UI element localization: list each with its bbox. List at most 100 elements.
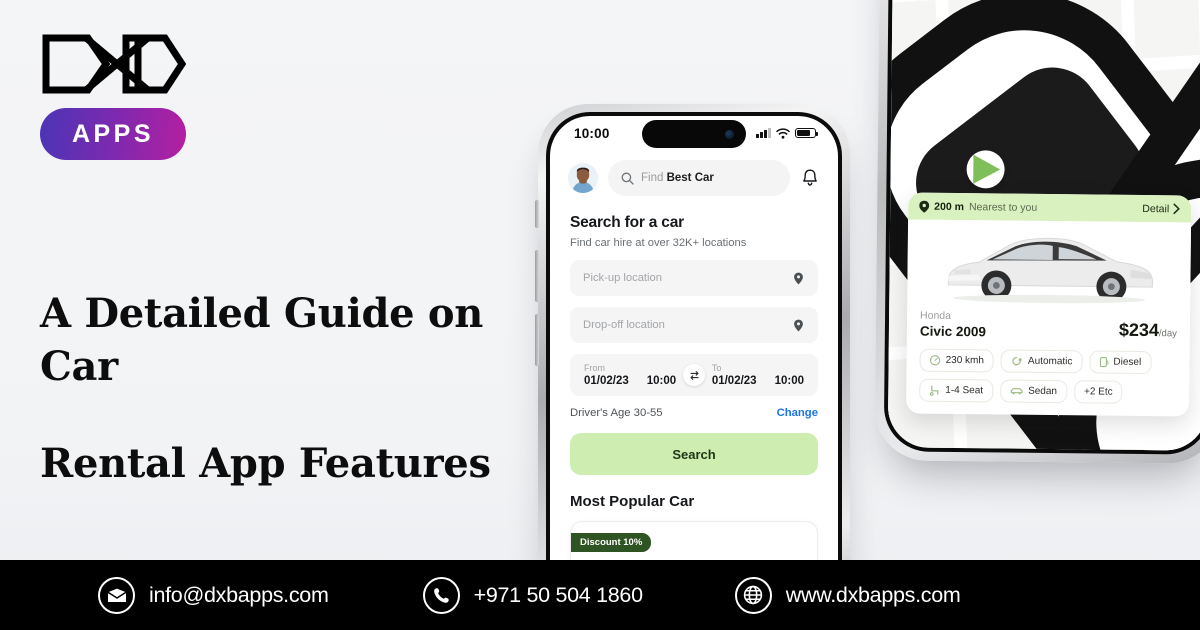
chip-bodytype[interactable]: Sedan [999,379,1068,404]
battery-icon [795,127,818,139]
chip-more[interactable]: +2 Etc [1073,380,1123,404]
seat-icon [929,385,939,396]
contact-footer: info@dxbapps.com +971 50 504 1860 www.dx… [0,560,1200,630]
driver-age-row: Driver's Age 30-55 Change [570,407,818,419]
white-car-illustration [947,237,1153,304]
section-heading: Search for a car [570,214,684,231]
avatar-image [568,163,598,193]
discount-badge: Discount 10% [571,533,652,552]
banner-canvas: APPS A Detailed Guide on Car Rental App … [0,0,1200,630]
title-line-2: Rental App Features [40,439,491,487]
search-text: Find Best Car [641,172,714,184]
to-time: 10:00 [774,375,804,387]
title-line-1: A Detailed Guide on Car [40,290,484,390]
driver-age-label: Driver's Age 30-55 [570,407,663,419]
nearest-car-card[interactable]: 200 m Nearest to you Detail Honda Civic … [906,192,1192,417]
envelope-icon [98,576,135,614]
car-feature-chips: 230 kmh Automatic Diesel 1-4 Seat Sedan … [919,348,1177,405]
card-title-row: Honda Civic 2009 $234/day [920,310,1177,342]
chip-speed[interactable]: 230 kmh [919,348,995,373]
footer-phone-text: +971 50 504 1860 [473,582,643,607]
to-label: To [711,363,722,373]
search-input[interactable]: Find Best Car [608,160,790,196]
to-group[interactable]: To 01/02/23 10:00 [712,363,804,387]
card-detail-link[interactable]: Detail [1142,202,1180,215]
phone-volume-down-button [535,314,539,366]
avatar[interactable] [568,163,598,193]
to-date: 01/02/23 [711,375,757,387]
location-pin-icon [794,319,803,331]
search-icon [621,172,634,185]
card-header[interactable]: 200 m Nearest to you Detail [908,192,1192,223]
phone-bezel: 10:00 Find Best Car Search for a car Fin… [546,112,842,630]
chip-fuel[interactable]: Diesel [1089,350,1152,375]
date-range-picker[interactable]: From 01/02/23 10:00 To 01/02/23 10:00 [570,354,818,396]
phone-bezel: Ave Leonard St Devoe St Ainslie St Power… [883,0,1200,455]
search-button-label: Search [672,446,716,462]
search-value: Best Car [666,172,714,184]
car-price: $234/day [1119,320,1177,342]
car-brand: Honda [920,309,952,322]
dropoff-location-input[interactable]: Drop-off location [570,307,818,343]
footer-phone[interactable]: +971 50 504 1860 [422,576,643,614]
page-title: A Detailed Guide on Car Rental App Featu… [40,288,570,490]
dynamic-island [642,120,746,148]
from-date: 01/02/23 [584,375,629,387]
location-pin-icon [919,200,930,213]
from-time: 10:00 [646,375,677,387]
swap-dates-button[interactable] [683,364,705,386]
logo-apps-pill: APPS [40,108,186,160]
phone-mute-switch [535,200,539,228]
card-body: Honda Civic 2009 $234/day 230 kmh Automa… [906,308,1190,417]
chip-label: Automatic [1027,355,1073,368]
popular-heading: Most Popular Car [570,493,695,510]
current-position-marker [966,150,1005,189]
dropoff-placeholder: Drop-off location [583,319,665,331]
car-icon [1010,388,1023,395]
from-group[interactable]: From 01/02/23 10:00 [584,363,676,387]
search-prefix: Find [641,172,664,184]
chip-transmission[interactable]: Automatic [1000,349,1083,374]
bell-icon[interactable] [800,168,820,188]
chip-label: Diesel [1113,356,1142,368]
chip-label: 1-4 Seat [945,384,984,397]
gear-shift-icon [1012,356,1023,366]
change-age-link[interactable]: Change [777,407,818,419]
car-price-unit: /day [1158,328,1177,340]
footer-website-text: www.dxbapps.com [785,582,961,607]
from-label: From [584,363,605,373]
footer-email-text: info@dxbapps.com [149,582,329,607]
phone-mockup-app: 10:00 Find Best Car Search for a car Fin… [535,104,850,630]
card-detail-label: Detail [1142,202,1170,215]
navigation-arrow-icon [973,154,1001,184]
car-photo [907,219,1192,311]
chip-label: 230 kmh [945,354,985,367]
car-model: Civic 2009 [919,323,987,340]
car-price-amount: $234 [1118,319,1160,341]
chip-label: +2 Etc [1083,386,1113,398]
location-pin-icon [794,272,803,284]
search-section: Search for a car Find car hire at over 3… [550,202,838,249]
pickup-location-input[interactable]: Pick-up location [570,260,818,296]
swap-icon [689,370,699,380]
app-top-bar: Find Best Car [550,150,838,202]
brand-logo[interactable]: APPS [40,28,230,160]
phone-mockup-map: Ave Leonard St Devoe St Ainslie St Power… [874,0,1200,464]
card-distance: 200 m [934,200,965,213]
front-camera-icon [725,129,734,139]
chip-seats[interactable]: 1-4 Seat [919,378,994,403]
speedometer-icon [929,355,941,366]
dxb-logo-icon [42,34,187,94]
search-button[interactable]: Search [570,433,818,475]
phone-icon [422,576,460,614]
phone-volume-up-button [535,250,539,302]
footer-email[interactable]: info@dxbapps.com [98,576,329,614]
status-bar: 10:00 [550,116,838,150]
cellular-icon [756,128,771,138]
pickup-placeholder: Pick-up location [583,272,662,284]
footer-website[interactable]: www.dxbapps.com [734,576,961,614]
globe-icon [734,576,772,614]
chevron-right-icon [1173,203,1180,215]
logo-apps-text: APPS [71,119,155,148]
phone-screen-map: Ave Leonard St Devoe St Ainslie St Power… [887,0,1200,451]
